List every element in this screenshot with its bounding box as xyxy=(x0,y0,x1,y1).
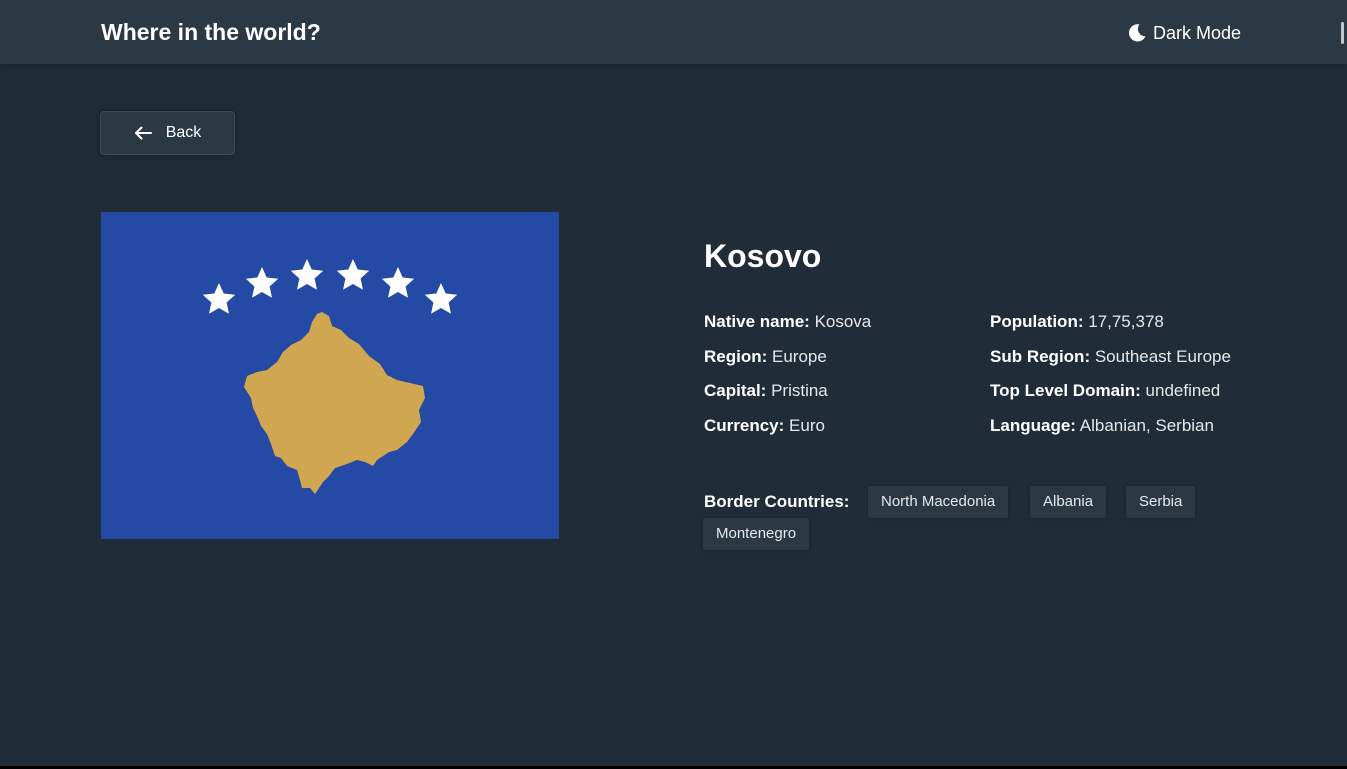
region-row: Region: Europe xyxy=(704,347,871,382)
border-countries-label: Border Countries: xyxy=(704,492,850,511)
border-country-chip[interactable]: Albania xyxy=(1030,486,1107,518)
border-country-chip[interactable]: Montenegro xyxy=(703,518,810,550)
detail-value: Europe xyxy=(772,346,827,366)
detail-key: Sub Region: xyxy=(990,346,1091,366)
top-level-domain-row: Top Level Domain: undefined xyxy=(990,381,1231,416)
language-row: Language: Albanian, Serbian xyxy=(990,416,1231,451)
detail-value: Pristina xyxy=(771,381,828,401)
border-country-chip[interactable]: Serbia xyxy=(1126,486,1196,518)
details-right: Population: 17,75,378 Sub Region: Southe… xyxy=(990,312,1231,450)
country-flag xyxy=(101,212,559,539)
detail-value: 17,75,378 xyxy=(1088,312,1164,331)
detail-value: Kosova xyxy=(814,312,872,331)
country-name: Kosovo xyxy=(704,238,822,274)
moon-icon xyxy=(1128,24,1146,42)
back-button[interactable]: Back xyxy=(100,111,235,155)
top-bar: Where in the world? Dark Mode xyxy=(0,0,1347,64)
dark-mode-label: Dark Mode xyxy=(1153,23,1242,43)
dark-mode-toggle[interactable]: Dark Mode xyxy=(1127,20,1241,46)
population-row: Population: 17,75,378 xyxy=(990,312,1231,347)
detail-value: Euro xyxy=(789,415,825,435)
detail-key: Region: xyxy=(704,346,768,366)
sub-region-row: Sub Region: Southeast Europe xyxy=(990,347,1231,382)
detail-value: undefined xyxy=(1145,381,1221,401)
detail-key: Native name: xyxy=(704,312,810,331)
back-button-label: Back xyxy=(165,124,202,141)
detail-key: Population: xyxy=(990,312,1084,331)
currency-row: Currency: Euro xyxy=(704,416,871,451)
scrollbar-thumb[interactable] xyxy=(1341,22,1344,44)
native-name-row: Native name: Kosova xyxy=(704,312,871,347)
detail-value: Southeast Europe xyxy=(1094,346,1231,366)
capital-row: Capital: Pristina xyxy=(704,381,871,416)
detail-key: Currency: xyxy=(704,415,785,435)
border-country-chip[interactable]: North Macedonia xyxy=(868,486,1009,518)
arrow-left-icon xyxy=(134,126,152,140)
detail-key: Language: xyxy=(990,415,1076,435)
detail-value: Albanian, Serbian xyxy=(1079,415,1214,435)
app-title: Where in the world? xyxy=(101,19,321,45)
detail-key: Top Level Domain: xyxy=(990,381,1141,401)
detail-key: Capital: xyxy=(704,381,767,401)
details-left: Native name: Kosova Region: Europe Capit… xyxy=(704,312,871,450)
